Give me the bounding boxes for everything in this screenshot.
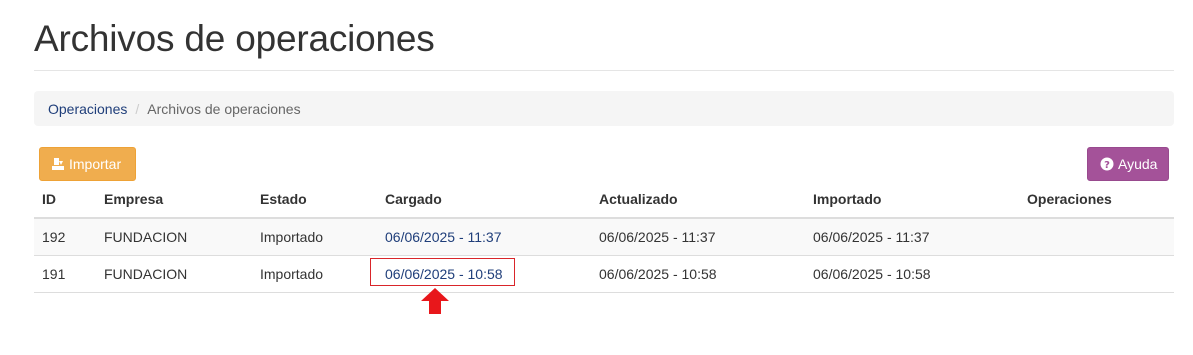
cell-cargado: 06/06/2025 - 11:37 xyxy=(377,218,591,256)
column-header-estado: Estado xyxy=(252,181,377,219)
title-divider xyxy=(34,70,1174,71)
cell-estado: Importado xyxy=(252,218,377,256)
cell-id: 191 xyxy=(34,255,96,293)
cargado-link[interactable]: 06/06/2025 - 10:58 xyxy=(385,266,503,282)
help-button[interactable]: ? Ayuda xyxy=(1087,147,1169,181)
table-row: 192 FUNDACION Importado 06/06/2025 - 11:… xyxy=(34,218,1174,256)
cell-importado: 06/06/2025 - 11:37 xyxy=(805,218,1019,256)
column-header-importado: Importado xyxy=(805,181,1019,219)
cell-id: 192 xyxy=(34,218,96,256)
cell-empresa: FUNDACION xyxy=(96,218,252,256)
svg-text:?: ? xyxy=(1104,160,1110,171)
column-header-actualizado: Actualizado xyxy=(591,181,805,219)
import-icon xyxy=(51,157,65,171)
import-button[interactable]: Importar xyxy=(39,147,136,181)
cell-importado: 06/06/2025 - 10:58 xyxy=(805,255,1019,293)
breadcrumb: Operaciones / Archivos de operaciones xyxy=(34,91,1174,126)
column-header-empresa: Empresa xyxy=(96,181,252,219)
table-row: 191 FUNDACION Importado 06/06/2025 - 10:… xyxy=(34,255,1174,293)
cell-estado: Importado xyxy=(252,255,377,293)
cell-cargado: 06/06/2025 - 10:58 xyxy=(377,255,591,293)
cell-operaciones xyxy=(1019,218,1174,256)
cargado-link[interactable]: 06/06/2025 - 11:37 xyxy=(385,229,502,245)
cell-operaciones xyxy=(1019,255,1174,293)
table-header-row: ID Empresa Estado Cargado Actualizado Im… xyxy=(34,181,1174,219)
breadcrumb-separator: / xyxy=(135,100,140,117)
column-header-cargado: Cargado xyxy=(377,181,591,219)
annotation-arrow-up-icon xyxy=(421,288,449,314)
cell-empresa: FUNDACION xyxy=(96,255,252,293)
breadcrumb-item-current: Archivos de operaciones xyxy=(147,100,301,117)
page-title: Archivos de operaciones xyxy=(34,18,435,59)
breadcrumb-item-operaciones[interactable]: Operaciones xyxy=(48,101,127,117)
help-button-label: Ayuda xyxy=(1118,156,1158,172)
cell-actualizado: 06/06/2025 - 11:37 xyxy=(591,218,805,256)
operations-files-table: ID Empresa Estado Cargado Actualizado Im… xyxy=(34,181,1174,293)
import-button-label: Importar xyxy=(69,156,122,172)
column-header-operaciones: Operaciones xyxy=(1019,181,1174,219)
cell-actualizado: 06/06/2025 - 10:58 xyxy=(591,255,805,293)
column-header-id: ID xyxy=(34,181,96,219)
question-circle-icon: ? xyxy=(1100,157,1114,171)
